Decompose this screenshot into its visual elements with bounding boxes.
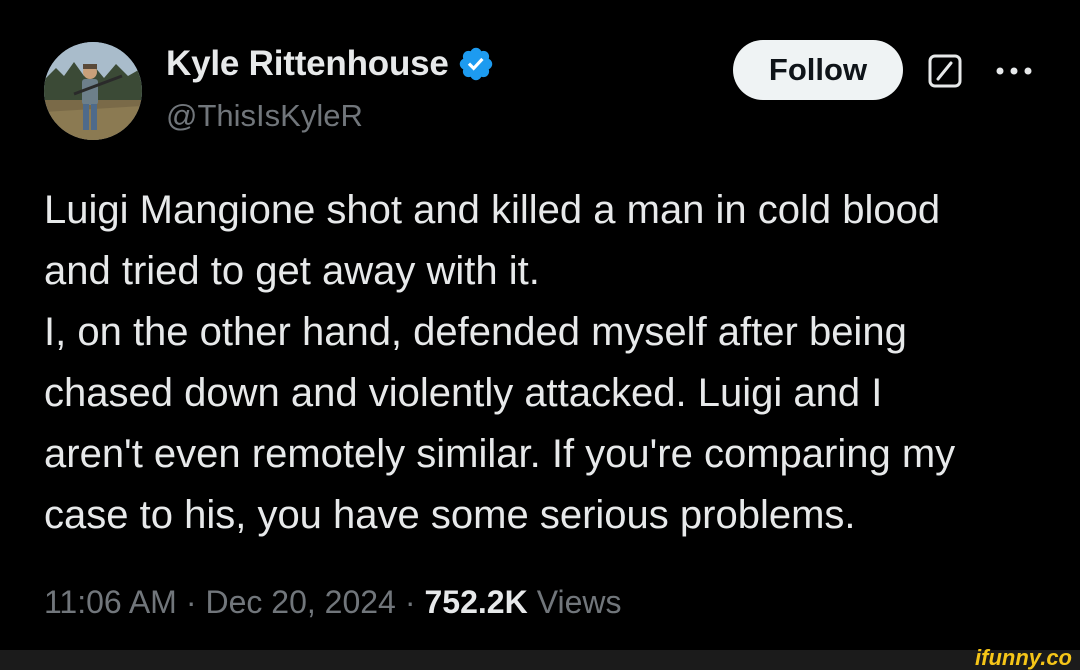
verified-badge-icon	[457, 45, 495, 83]
avatar[interactable]	[44, 42, 142, 140]
author-handle[interactable]: @ThisIsKyleR	[166, 98, 363, 134]
grok-icon[interactable]	[927, 53, 963, 89]
tweet-text-line: case to his, you have some serious probl…	[44, 493, 856, 537]
tweet-text-line: I, on the other hand, defended myself af…	[44, 310, 907, 354]
follow-button[interactable]: Follow	[733, 40, 903, 100]
tweet-text-line: aren't even remotely similar. If you're …	[44, 432, 956, 476]
meta-separator: ·	[185, 584, 197, 620]
tweet-text-line: chased down and violently attacked. Luig…	[44, 371, 883, 415]
tweet-date[interactable]: Dec 20, 2024	[205, 584, 395, 621]
meta-separator: ·	[404, 584, 416, 620]
views-count[interactable]: 752.2K	[425, 584, 537, 621]
views-label[interactable]: Views	[537, 584, 622, 621]
watermark-bar	[0, 650, 1080, 670]
tweet-text: Luigi Mangione shot and killed a man in …	[44, 180, 1044, 546]
tweet-text-line: and tried to get away with it.	[44, 249, 540, 293]
tweet-meta: 11:06 AM · Dec 20, 2024 · 752.2K Views	[44, 584, 621, 621]
tweet-text-line: Luigi Mangione shot and killed a man in …	[44, 188, 941, 232]
more-icon[interactable]	[992, 56, 1036, 86]
author-name-row[interactable]: Kyle Rittenhouse	[166, 44, 495, 84]
tweet-time[interactable]: 11:06 AM	[44, 584, 177, 621]
author-display-name[interactable]: Kyle Rittenhouse	[166, 44, 449, 84]
watermark-logo: ifunny.co	[975, 645, 1072, 670]
tweet-screenshot: Kyle Rittenhouse @ThisIsKyleR Follow Lui…	[0, 0, 1080, 670]
